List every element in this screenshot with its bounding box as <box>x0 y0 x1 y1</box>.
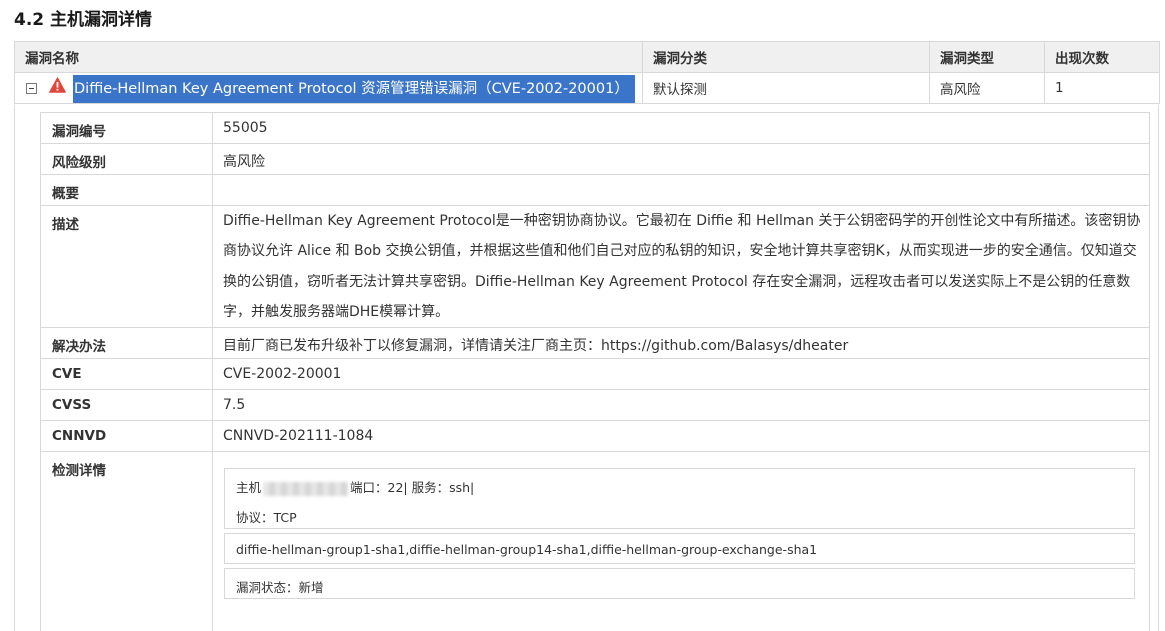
vuln-category-cell: 默认探测 <box>642 72 930 104</box>
detail-value-cnnvd: CNNVD-202111-1084 <box>212 420 1150 453</box>
vulnerability-table: 漏洞名称 漏洞分类 漏洞类型 出现次数 Diffie-Hellman Key A… <box>14 41 1160 104</box>
detection-algorithms-box: diffie-hellman-group1-sha1,diffie-hellma… <box>224 533 1135 565</box>
detail-value-description: Diffie-Hellman Key Agreement Protocol是一种… <box>212 204 1150 329</box>
detail-label: 漏洞编号 <box>40 112 213 144</box>
warning-icon <box>49 77 66 93</box>
detail-row-risk: 风险级别 高风险 <box>40 143 1150 175</box>
detail-value-id: 55005 <box>212 112 1150 144</box>
detail-row-cve: CVE CVE-2002-20001 <box>40 358 1150 391</box>
detail-row-detection: 检测详情 主机 端口：22| 服务：ssh| 协议：TCP diffie-hell… <box>40 451 1150 631</box>
detail-value-cvss: 7.5 <box>212 389 1150 422</box>
column-header-name: 漏洞名称 <box>14 41 643 73</box>
detection-host-line: 主机 端口：22| 服务：ssh| <box>236 477 474 496</box>
detail-label: CNNVD <box>40 420 213 453</box>
section-title: 4.2 主机漏洞详情 <box>14 10 153 30</box>
column-header-count: 出现次数 <box>1044 41 1160 73</box>
detail-value-solution: 目前厂商已发布升级补丁以修复漏洞，详情请关注厂商主页：https://githu… <box>212 327 1150 360</box>
detection-host-box: 主机 端口：22| 服务：ssh| 协议：TCP <box>224 468 1135 530</box>
detail-label: 概要 <box>40 174 213 206</box>
detail-row-cnnvd: CNNVD CNNVD-202111-1084 <box>40 420 1150 453</box>
detail-row-summary: 概要 <box>40 174 1150 206</box>
detail-label: 风险级别 <box>40 143 213 175</box>
table-row[interactable]: Diffie-Hellman Key Agreement Protocol 资源… <box>14 72 1160 104</box>
table-header-row: 漏洞名称 漏洞分类 漏洞类型 出现次数 <box>14 41 1160 73</box>
detail-value-risk: 高风险 <box>212 143 1150 175</box>
detail-row-id: 漏洞编号 55005 <box>40 112 1150 144</box>
detail-panel: 漏洞编号 55005 风险级别 高风险 概要 描述 Diffie-Hellman… <box>14 105 1159 631</box>
vuln-name-cell[interactable]: Diffie-Hellman Key Agreement Protocol 资源… <box>14 72 643 104</box>
vuln-type-cell: 高风险 <box>929 72 1045 104</box>
column-header-type: 漏洞类型 <box>929 41 1045 73</box>
redacted-host <box>263 481 349 496</box>
detail-value-detection: 主机 端口：22| 服务：ssh| 协议：TCP diffie-hellman-g… <box>212 451 1150 631</box>
vuln-count-cell: 1 <box>1044 72 1160 104</box>
detail-label: CVSS <box>40 389 213 422</box>
collapse-icon[interactable] <box>26 83 37 94</box>
detail-label: CVE <box>40 358 213 391</box>
detail-table: 漏洞编号 55005 风险级别 高风险 概要 描述 Diffie-Hellman… <box>40 112 1150 631</box>
detail-row-cvss: CVSS 7.5 <box>40 389 1150 422</box>
detail-value-cve: CVE-2002-20001 <box>212 358 1150 391</box>
protocol-text: 协议：TCP <box>236 510 297 526</box>
detail-label: 解决办法 <box>40 327 213 360</box>
host-label: 主机 <box>236 480 262 496</box>
detail-label: 检测详情 <box>40 451 213 631</box>
column-header-category: 漏洞分类 <box>642 41 930 73</box>
detail-label: 描述 <box>40 204 213 329</box>
detection-status-box: 漏洞状态：新增 <box>224 568 1135 600</box>
detail-row-solution: 解决办法 目前厂商已发布升级补丁以修复漏洞，详情请关注厂商主页：https://… <box>40 327 1150 360</box>
vuln-name-link[interactable]: Diffie-Hellman Key Agreement Protocol 资源… <box>73 75 635 103</box>
port-service-text: 端口：22| 服务：ssh| <box>350 480 475 496</box>
detail-row-description: 描述 Diffie-Hellman Key Agreement Protocol… <box>40 204 1150 329</box>
detail-value-summary <box>212 174 1150 206</box>
